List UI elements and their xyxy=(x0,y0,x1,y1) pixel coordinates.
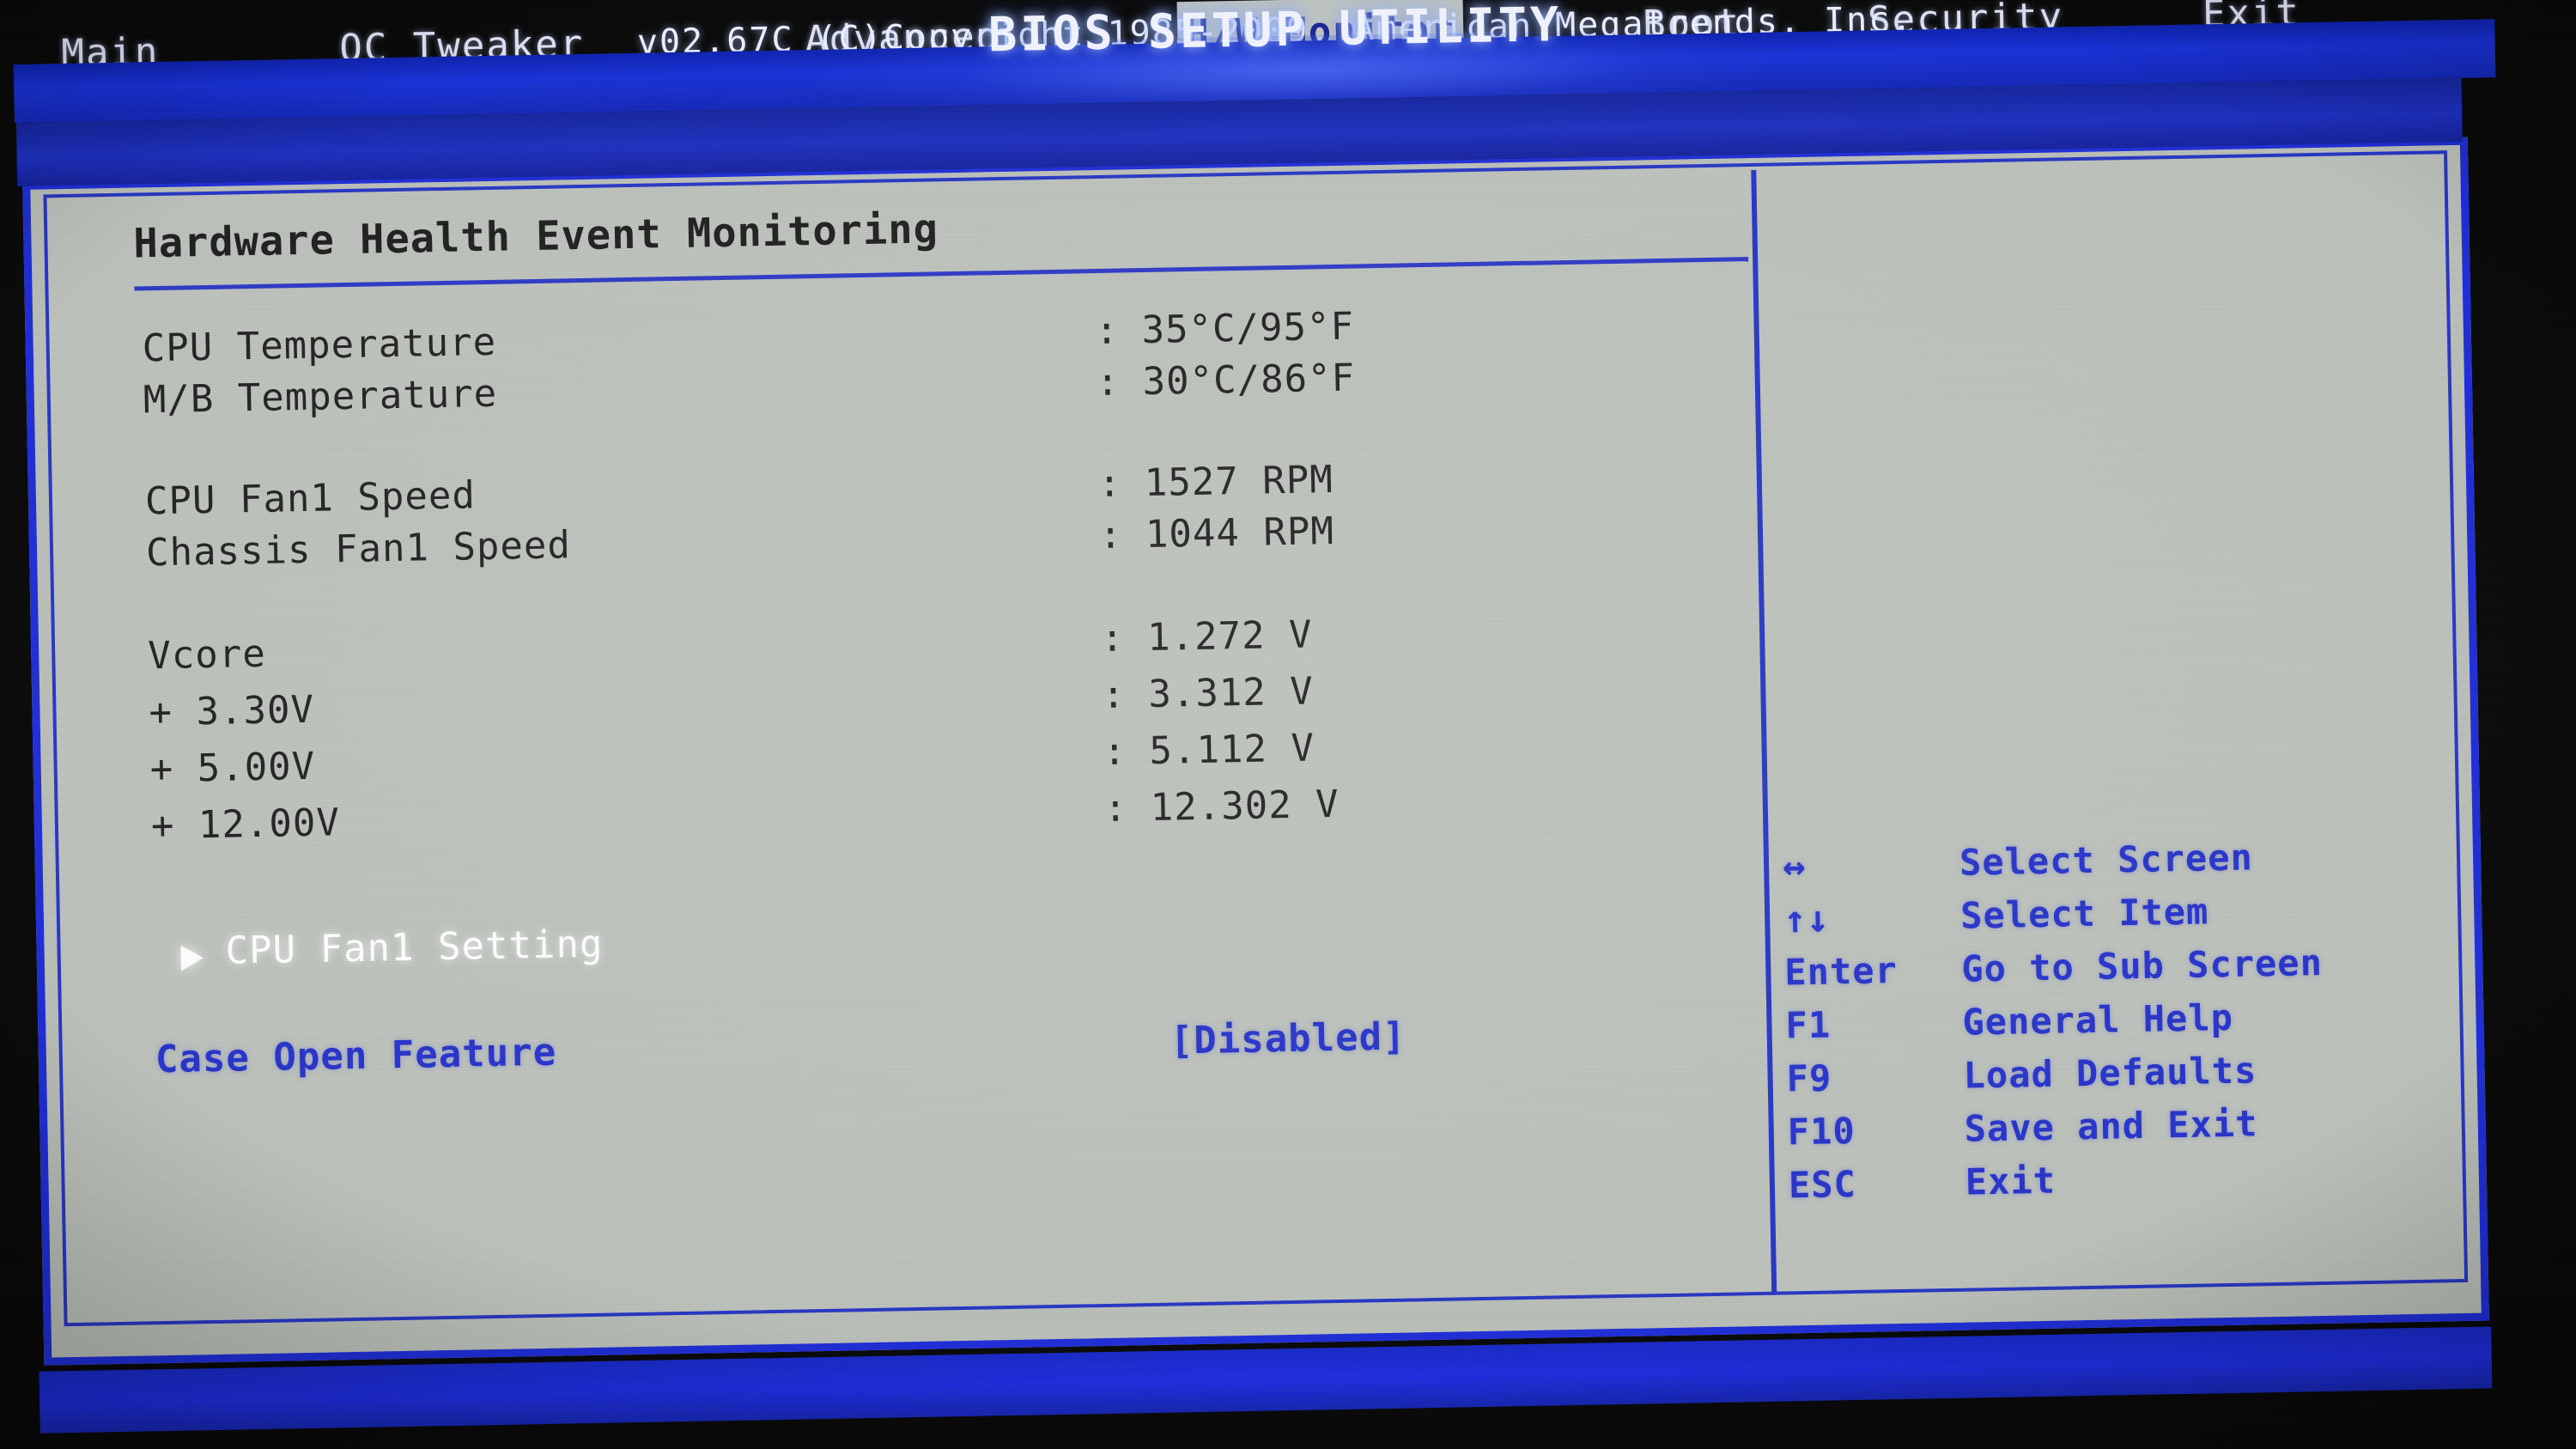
cpu-temperature-label: CPU Temperature xyxy=(142,320,497,371)
help-item-select-screen: ↔ Select Screen xyxy=(1769,832,2464,893)
f10-key-label: F10 xyxy=(1787,1109,1856,1154)
help-item-save-and-exit: F10 Save and Exit xyxy=(1773,1099,2469,1160)
help-item-exit: ESC Exit xyxy=(1774,1152,2470,1213)
content-panel: Hardware Health Event Monitoring CPU Tem… xyxy=(43,150,2471,1327)
cpu-fan1-setting-label: CPU Fan1 Setting xyxy=(225,922,604,973)
colon-separator: : xyxy=(1096,360,1120,405)
colon-separator: : xyxy=(1103,729,1127,774)
voltage-12v-label: + 12.00V xyxy=(150,801,341,849)
help-item-load-defaults: F9 Load Defaults xyxy=(1772,1045,2468,1106)
f1-key-label: F1 xyxy=(1785,1003,1832,1047)
triangle-right-icon xyxy=(180,945,204,971)
help-desc-go-to-sub-screen: Go to Sub Screen xyxy=(1960,941,2324,990)
voltage-5v-label: + 5.00V xyxy=(149,744,316,792)
hardware-monitor-list: Hardware Health Event Monitoring CPU Tem… xyxy=(47,167,1772,1323)
colon-separator: : xyxy=(1095,308,1119,354)
chassis-fan1-speed-label: Chassis Fan1 Speed xyxy=(145,523,572,575)
colon-separator: : xyxy=(1098,513,1122,557)
help-desc-exit: Exit xyxy=(1965,1159,2057,1203)
bios-screen: BIOS SETUP UTILITY Main OC Tweaker Advan… xyxy=(0,0,2576,1449)
monitor-photograph: BIOS SETUP UTILITY Main OC Tweaker Advan… xyxy=(0,0,2576,1449)
vcore-label: Vcore xyxy=(147,631,267,679)
help-item-go-to-sub-screen: Enter Go to Sub Screen xyxy=(1771,939,2466,1000)
voltage-3v3-value: 3.312 V xyxy=(1147,669,1315,716)
vcore-value: 1.272 V xyxy=(1146,612,1313,660)
up-down-arrow-icon: ↑↓ xyxy=(1783,897,1830,942)
colon-separator: : xyxy=(1097,461,1121,507)
section-title: Hardware Health Event Monitoring xyxy=(133,205,939,268)
colon-separator: : xyxy=(1103,786,1127,831)
voltage-3v3-label: + 3.30V xyxy=(149,687,315,735)
help-item-select-item: ↑↓ Select Item xyxy=(1770,886,2465,947)
case-open-feature-label: Case Open Feature xyxy=(155,1030,557,1082)
chassis-fan1-speed-value: 1044 RPM xyxy=(1145,508,1335,557)
cpu-fan1-speed-value: 1527 RPM xyxy=(1144,457,1334,506)
enter-key-label: Enter xyxy=(1783,949,1899,994)
esc-key-label: ESC xyxy=(1788,1162,1857,1207)
colon-separator: : xyxy=(1100,616,1125,661)
help-desc-save-and-exit: Save and Exit xyxy=(1964,1102,2258,1150)
help-desc-select-item: Select Item xyxy=(1959,890,2209,937)
help-desc-load-defaults: Load Defaults xyxy=(1963,1049,2257,1097)
mb-temperature-value: 30°C/86°F xyxy=(1142,356,1356,405)
mb-temperature-label: M/B Temperature xyxy=(143,371,498,423)
f9-key-label: F9 xyxy=(1786,1056,1832,1100)
option-case-open-feature[interactable]: Case Open Feature [Disabled] xyxy=(62,1008,1767,1091)
left-right-arrow-icon: ↔ xyxy=(1782,843,1807,889)
cpu-fan1-speed-label: CPU Fan1 Speed xyxy=(144,473,477,524)
voltage-12v-value: 12.302 V xyxy=(1150,782,1340,830)
help-desc-select-screen: Select Screen xyxy=(1959,836,2254,884)
help-panel: ↔ Select Screen ↑↓ Select Item Enter Go … xyxy=(1756,154,2471,1292)
colon-separator: : xyxy=(1101,673,1126,717)
help-item-general-help: F1 General Help xyxy=(1771,992,2467,1053)
submenu-cpu-fan1-setting[interactable]: CPU Fan1 Setting xyxy=(60,901,1765,983)
cpu-temperature-value: 35°C/95°F xyxy=(1141,304,1355,353)
voltage-5v-value: 5.112 V xyxy=(1149,726,1315,773)
help-desc-general-help: General Help xyxy=(1962,995,2234,1044)
case-open-feature-value[interactable]: [Disabled] xyxy=(1170,1015,1406,1063)
